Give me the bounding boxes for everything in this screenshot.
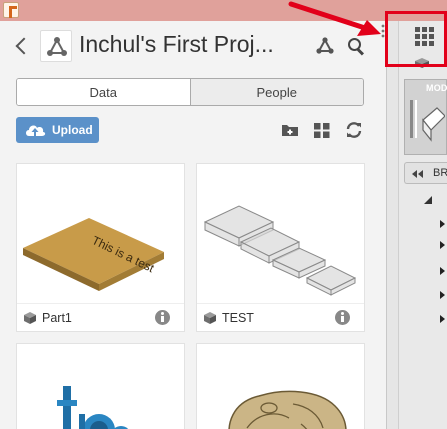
- cloud-upload-icon: [24, 122, 46, 138]
- file-name: Part1: [42, 311, 72, 325]
- project-title: Inchul's First Proj...: [79, 31, 274, 57]
- fusion-app-icon[interactable]: [3, 2, 19, 18]
- file-card-assembly[interactable]: [16, 343, 185, 429]
- file-name: TEST: [222, 311, 254, 325]
- browser-label: BR: [433, 167, 447, 179]
- new-folder-icon[interactable]: [280, 120, 300, 140]
- workspace-label: MOD: [426, 83, 447, 93]
- collapse-left-icon[interactable]: [412, 170, 424, 178]
- project-network-icon: [47, 37, 67, 56]
- upload-label: Upload: [52, 123, 93, 137]
- model-workspace-icon: [410, 100, 445, 142]
- tree-collapsed-icon[interactable]: [440, 241, 445, 249]
- tab-people[interactable]: People: [189, 79, 363, 105]
- browser-header[interactable]: BR: [404, 162, 447, 184]
- tree-collapsed-icon[interactable]: [440, 267, 445, 275]
- test-thumbnail: [197, 164, 364, 306]
- part1-thumbnail: This is a test: [17, 164, 184, 306]
- tree-collapsed-icon[interactable]: [440, 315, 445, 323]
- data-panel: Inchul's First Proj... Data People Uploa…: [0, 21, 386, 429]
- file-card-shell[interactable]: [196, 343, 365, 429]
- tree-collapsed-icon[interactable]: [440, 220, 445, 228]
- file-card-part1[interactable]: This is a test Part1: [16, 163, 185, 332]
- tree-collapsed-icon[interactable]: [440, 291, 445, 299]
- info-icon[interactable]: [155, 310, 170, 325]
- panel-tabs: Data People: [16, 78, 364, 106]
- upload-button[interactable]: Upload: [16, 117, 99, 143]
- panel-divider[interactable]: [386, 21, 398, 429]
- refresh-icon[interactable]: [344, 120, 364, 140]
- project-icon: [40, 30, 72, 62]
- info-icon[interactable]: [335, 310, 350, 325]
- shell-thumbnail: [228, 390, 347, 429]
- tree-expanded-icon[interactable]: [424, 196, 432, 204]
- workspace-switcher[interactable]: MOD: [404, 79, 447, 155]
- file-card-footer: TEST: [197, 303, 364, 331]
- grid-view-icon[interactable]: [312, 120, 332, 140]
- file-card-test[interactable]: TEST: [196, 163, 365, 332]
- file-card-footer: Part1: [17, 303, 184, 331]
- back-arrow-icon[interactable]: [12, 35, 32, 57]
- tab-data[interactable]: Data: [17, 79, 190, 105]
- assembly-thumbnail: [57, 386, 129, 429]
- fusion-window: Inchul's First Proj... Data People Uploa…: [0, 0, 447, 429]
- cube-icon: [24, 312, 36, 324]
- annotation-arrow: [288, 1, 381, 36]
- cube-icon: [204, 312, 216, 324]
